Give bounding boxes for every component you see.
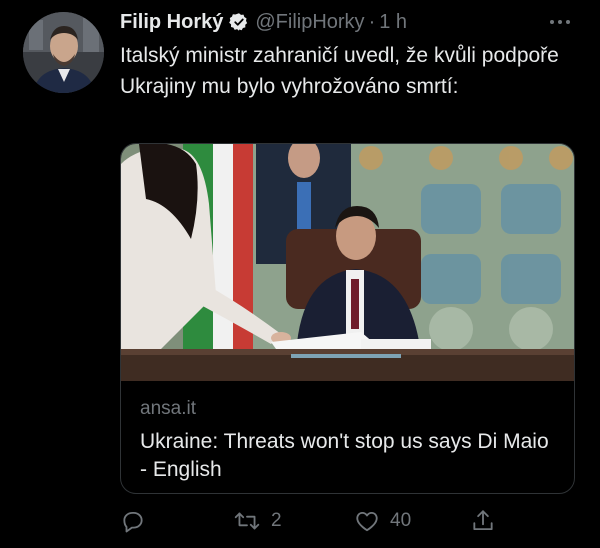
avatar[interactable] xyxy=(23,12,104,93)
avatar-image xyxy=(23,12,104,93)
retweet-count: 2 xyxy=(271,510,282,531)
more-horizontal-icon xyxy=(550,20,570,24)
tweet-actions: 2 40 xyxy=(120,506,560,536)
like-button[interactable]: 40 xyxy=(354,506,411,536)
separator-dot: · xyxy=(368,10,376,33)
reply-button[interactable] xyxy=(120,506,156,536)
like-count: 40 xyxy=(390,510,412,531)
card-domain: ansa.it xyxy=(140,398,196,419)
share-button[interactable] xyxy=(470,506,496,536)
more-options-button[interactable] xyxy=(548,12,572,32)
tweet-timestamp[interactable]: 1 h xyxy=(379,11,407,34)
author-handle[interactable]: @FilipHorky xyxy=(255,11,364,34)
card-title[interactable]: Ukraine: Threats won't stop us says Di M… xyxy=(140,428,560,484)
author-display-name[interactable]: Filip Horký xyxy=(120,11,223,34)
card-image xyxy=(121,144,574,381)
tweet-header: Filip Horký @FilipHorky · 1 h xyxy=(120,9,407,35)
verified-badge-icon xyxy=(229,12,249,32)
share-icon xyxy=(473,510,493,531)
retweet-icon xyxy=(234,512,260,530)
tweet-text: Italský ministr zahraničí uvedl, že kvůl… xyxy=(120,44,559,98)
reply-icon xyxy=(123,511,143,533)
link-card[interactable]: ansa.it Ukraine: Threats won't stop us s… xyxy=(120,143,575,494)
retweet-button[interactable]: 2 xyxy=(233,506,282,536)
heart-icon xyxy=(356,511,378,532)
